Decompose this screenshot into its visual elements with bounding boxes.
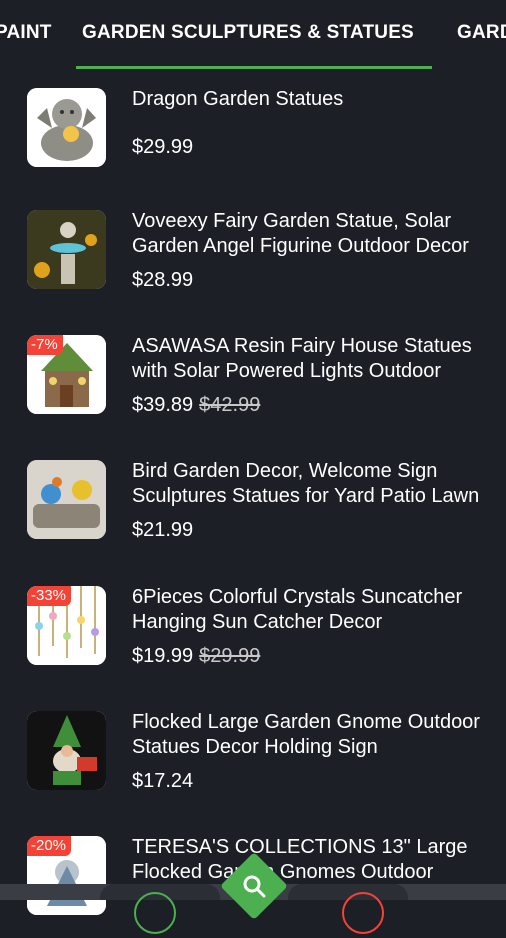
discount-badge: -33%	[27, 586, 72, 606]
product-thumbnail: -33%	[27, 586, 106, 665]
product-item[interactable]: -33% 6Pieces Colorful Crystals Suncatche…	[0, 568, 506, 688]
product-thumbnail	[27, 210, 106, 289]
product-item[interactable]: Flocked Large Garden Gnome Outdoor Statu…	[0, 693, 506, 813]
active-tab-indicator	[76, 66, 432, 69]
product-title: TERESA'S COLLECTIONS 13" Large Flocked G…	[132, 836, 468, 883]
home-nav-icon[interactable]	[134, 892, 176, 934]
product-item[interactable]: Dragon Garden Statues $29.99	[0, 70, 506, 190]
product-item[interactable]: Bird Garden Decor, Welcome Sign Sculptur…	[0, 442, 506, 562]
product-price: $29.99	[132, 136, 194, 158]
search-icon	[243, 875, 266, 898]
price-row: $21.99	[132, 519, 193, 542]
original-price: $29.99	[199, 645, 261, 667]
product-price: $17.24	[132, 770, 194, 792]
product-price: $28.99	[132, 269, 194, 291]
product-title: Bird Garden Decor, Welcome Sign Sculptur…	[132, 460, 480, 507]
product-price: $21.99	[132, 519, 194, 541]
discount-badge: -7%	[27, 335, 63, 355]
product-thumbnail: -20%	[27, 836, 106, 915]
product-thumbnail	[27, 88, 106, 167]
price-row: $29.99	[132, 136, 193, 159]
category-tabs: PAINT GARDEN SCULPTURES & STATUES GARDEN	[0, 0, 506, 70]
product-item[interactable]: Voveexy Fairy Garden Statue, Solar Garde…	[0, 192, 506, 312]
product-thumbnail	[27, 711, 106, 790]
product-price: $19.99	[132, 645, 194, 667]
tab-garden[interactable]: GARDEN	[457, 22, 506, 44]
price-row: $39.89 $42.99	[132, 394, 260, 417]
discount-badge: -20%	[27, 836, 72, 856]
product-title: 6Pieces Colorful Crystals Suncatcher Han…	[132, 586, 463, 633]
product-title: Flocked Large Garden Gnome Outdoor Statu…	[132, 711, 480, 758]
product-item[interactable]: -7% ASAWASA Resin Fairy House Statues wi…	[0, 317, 506, 437]
price-row: $19.99 $29.99	[132, 645, 260, 668]
price-row: $28.99	[132, 269, 193, 292]
cart-nav-icon[interactable]	[342, 892, 384, 934]
product-title: Voveexy Fairy Garden Statue, Solar Garde…	[132, 210, 469, 257]
product-price: $39.89	[132, 394, 194, 416]
price-row: $17.24	[132, 770, 193, 793]
product-title: Dragon Garden Statues	[132, 88, 344, 110]
tab-paint[interactable]: PAINT	[0, 22, 52, 44]
tab-garden-sculptures-statues[interactable]: GARDEN SCULPTURES & STATUES	[82, 22, 414, 44]
product-thumbnail: -7%	[27, 335, 106, 414]
original-price: $42.99	[199, 394, 261, 416]
product-title: ASAWASA Resin Fairy House Statues with S…	[132, 335, 472, 382]
product-thumbnail	[27, 460, 106, 539]
